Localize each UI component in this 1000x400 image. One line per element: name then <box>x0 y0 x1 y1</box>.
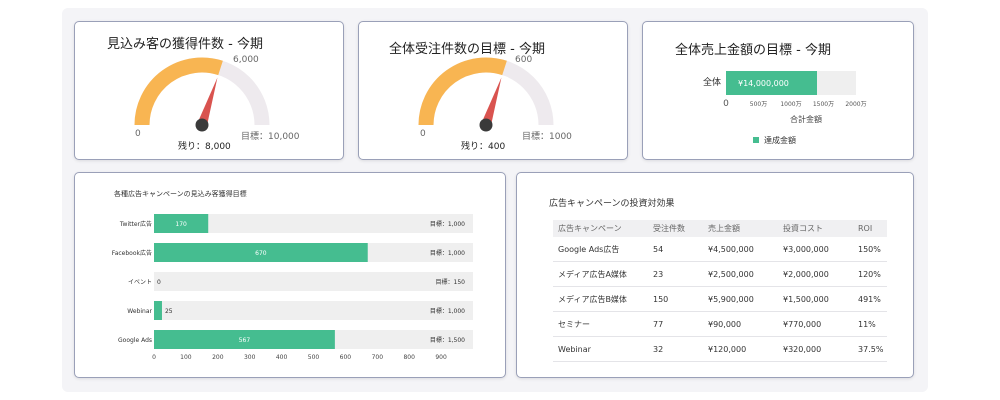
col-campaign-header: 広告キャンペーン <box>553 220 648 237</box>
table-row[interactable]: Google Ads広告 54 ¥4,500,000 ¥3,000,000 15… <box>553 237 887 262</box>
revenue-bar-chart: ¥14,000,000 全体 0 500万 1000万 1500万 2000万合計金額達成金… <box>703 71 867 145</box>
col-cost-header: 投資コスト <box>778 220 853 237</box>
roi-cell: 120% <box>853 261 887 287</box>
roi-card-title: 広告キャンペーンの投資対効果 <box>549 199 675 209</box>
bar-category-label: Twitter広告 <box>119 220 152 228</box>
col-revenue-header: 売上金額 <box>703 220 778 237</box>
revenue-cell: ¥4,500,000 <box>703 237 778 262</box>
x-tick-label: 500 <box>308 354 320 361</box>
x-tick-label: 200 <box>212 354 224 361</box>
orders-gauge-target-label: 目標：1000 <box>522 132 572 142</box>
revenue-x-tick: 0 <box>723 99 729 109</box>
campaign-cell: Google Ads広告 <box>553 237 648 262</box>
cost-cell: ¥320,000 <box>778 336 853 362</box>
revenue-x-tick: 500万 <box>750 101 767 108</box>
leads-gauge-value-label: 6,000 <box>233 55 259 65</box>
bar-target-label: 目標：1,000 <box>430 249 465 257</box>
bar-target-label: 目標：1,500 <box>430 336 465 344</box>
orders-cell: 23 <box>648 261 703 287</box>
cost-cell: ¥2,000,000 <box>778 261 853 287</box>
roi-table: 広告キャンペーン 受注件数 売上金額 投資コスト ROI Google Ads広… <box>553 220 887 362</box>
orders-gauge-value-label: 600 <box>515 55 533 65</box>
bar <box>154 301 162 320</box>
x-tick-label: 300 <box>244 354 256 361</box>
x-tick-label: 0 <box>152 354 156 361</box>
campaign-leads-card[interactable]: 各種広告キャンペーンの見込み客獲得目標 Twitter広告 170 目標：1,000… <box>74 172 506 378</box>
campaign-bar-chart: Twitter広告 170 目標：1,000 Facebook広告 670 目標：1,00… <box>112 214 473 361</box>
roi-cell: 11% <box>853 311 887 337</box>
orders-gauge-remaining-label: 残り：400 <box>461 142 506 152</box>
roi-card[interactable]: 広告キャンペーンの投資対効果 広告キャンペーン 受注件数 売上金額 投資コスト … <box>516 172 914 378</box>
bar-track <box>154 272 473 291</box>
bar-value-label: 25 <box>165 308 173 315</box>
cost-cell: ¥770,000 <box>778 311 853 337</box>
gauge-hub <box>195 118 209 132</box>
revenue-x-tick: 2000万 <box>845 101 866 108</box>
revenue-x-tick: 1500万 <box>813 101 834 108</box>
orders-cell: 32 <box>648 336 703 362</box>
revenue-bar-label: ¥14,000,000 <box>738 79 789 88</box>
bar-category-label: Google Ads <box>118 337 152 344</box>
bar-track <box>154 301 473 320</box>
roi-cell: 150% <box>853 237 887 262</box>
orders-cell: 77 <box>648 311 703 337</box>
bar-category-label: イベント <box>128 279 152 286</box>
campaign-cell: Webinar <box>553 336 648 362</box>
revenue-cell: ¥90,000 <box>703 311 778 337</box>
bar-value-label: 0 <box>157 279 161 286</box>
revenue-cell: ¥120,000 <box>703 336 778 362</box>
bar-value-label: 567 <box>239 337 251 344</box>
x-tick-label: 400 <box>276 354 288 361</box>
revenue-cell: ¥2,500,000 <box>703 261 778 287</box>
cost-cell: ¥1,500,000 <box>778 286 853 312</box>
bar-target-label: 目標：1,000 <box>430 307 465 315</box>
leads-gauge-card[interactable]: 見込み客の獲得件数 - 今期 6,000 0 目標：10,000 残り：8,00… <box>74 21 344 160</box>
campaign-cell: メディア広告B媒体 <box>553 286 648 312</box>
x-tick-label: 700 <box>372 354 384 361</box>
leads-gauge-remaining-label: 残り：8,000 <box>178 142 231 152</box>
revenue-category-label: 全体 <box>703 76 721 88</box>
bar-value-label: 170 <box>175 221 187 228</box>
orders-cell: 54 <box>648 237 703 262</box>
revenue-x-tick: 1000万 <box>780 101 801 108</box>
orders-gauge-min-label: 0 <box>420 129 426 139</box>
legend-label: 達成金額 <box>764 135 796 145</box>
roi-cell: 491% <box>853 286 887 312</box>
bar-value-label: 670 <box>255 250 267 257</box>
gauge-hub <box>479 118 493 132</box>
table-row[interactable]: Webinar 32 ¥120,000 ¥320,000 37.5% <box>553 336 887 362</box>
bar-target-label: 目標：150 <box>436 278 466 286</box>
col-orders-header: 受注件数 <box>648 220 703 237</box>
table-row[interactable]: メディア広告B媒体 150 ¥5,900,000 ¥1,500,000 491% <box>553 286 887 312</box>
roi-table-header: 広告キャンペーン 受注件数 売上金額 投資コスト ROI <box>553 220 887 237</box>
table-row[interactable]: メディア広告A媒体 23 ¥2,500,000 ¥2,000,000 120% <box>553 261 887 287</box>
campaign-cell: メディア広告A媒体 <box>553 261 648 287</box>
bar-category-label: Webinar <box>127 308 152 315</box>
x-tick-label: 100 <box>180 354 192 361</box>
legend-swatch <box>753 137 759 143</box>
revenue-x-axis-label: 合計金額 <box>790 114 822 124</box>
table-row[interactable]: セミナー 77 ¥90,000 ¥770,000 11% <box>553 311 887 337</box>
orders-cell: 150 <box>648 286 703 312</box>
revenue-cell: ¥5,900,000 <box>703 286 778 312</box>
bar-target-label: 目標：1,000 <box>430 220 465 228</box>
x-tick-label: 900 <box>435 354 447 361</box>
x-tick-label: 600 <box>340 354 352 361</box>
revenue-target-card[interactable]: 全体売上金額の目標 - 今期 ¥14,000,000 全体 0 500万 1000万 15… <box>642 21 914 160</box>
leads-gauge-target-label: 目標：10,000 <box>241 132 300 142</box>
cost-cell: ¥3,000,000 <box>778 237 853 262</box>
bar-category-label: Facebook広告 <box>112 249 152 257</box>
orders-gauge-card[interactable]: 全体受注件数の目標 - 今期 600 0 目標：1000 残り：400 <box>358 21 628 160</box>
leads-gauge-min-label: 0 <box>135 129 141 139</box>
campaign-cell: セミナー <box>553 311 648 337</box>
x-tick-label: 800 <box>403 354 415 361</box>
col-roi-header: ROI <box>853 220 887 237</box>
roi-cell: 37.5% <box>853 336 887 362</box>
